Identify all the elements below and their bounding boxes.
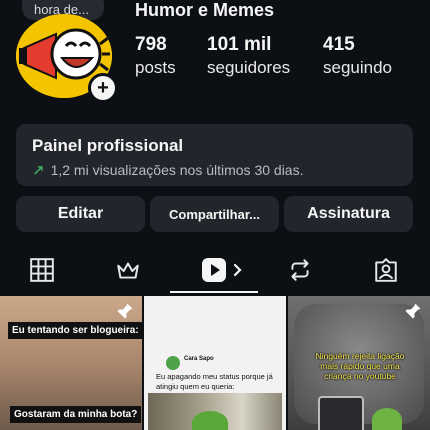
profile-name: Humor e Memes [135,0,275,20]
avatar[interactable]: + [16,14,118,103]
repost-icon [291,259,309,281]
tab-reels[interactable] [200,256,246,284]
kermit-figure [372,408,402,430]
professional-dashboard[interactable]: Painel profissional ↗ 1,2 mi visualizaçõ… [16,124,413,186]
profile-tabs [0,248,430,294]
plus-icon: + [97,77,109,99]
stat-value: 415 [323,34,355,55]
phone-image [318,396,364,430]
active-tab-indicator [170,291,258,293]
stat-following[interactable]: 415 seguindo [323,34,392,78]
post-caption: Eu tentando ser blogueira: [8,322,142,339]
add-story-button[interactable]: + [88,73,118,103]
stat-label: seguidores [207,58,291,77]
post-tile[interactable]: Eu tentando ser blogueira: Gostaram da m… [0,296,142,430]
pin-icon [404,302,422,320]
post-tile[interactable]: Ninguém rejeita ligação mais rápido que … [288,296,430,430]
tab-subscriptions[interactable] [114,256,142,284]
dashboard-insights: ↗ 1,2 mi visualizações nos últimos 30 di… [32,161,397,179]
stat-label: posts [135,58,176,77]
trending-up-icon: ↗ [32,162,45,179]
dashboard-title: Painel profissional [32,136,184,155]
stat-label: seguindo [323,58,393,77]
stat-value: 798 [135,34,167,55]
subscription-button[interactable]: Assinatura [284,196,413,232]
tweet-text: Eu apagando meu status porque já atingiu… [156,372,273,391]
edit-profile-button[interactable]: Editar [16,196,145,232]
tweet-author: Cara Sapo [184,356,214,362]
post-caption: Gostaram da minha bota? [10,406,142,423]
kermit-figure [192,411,228,430]
stat-posts[interactable]: 798 posts [135,34,176,78]
crown-icon [117,262,139,279]
tab-posts[interactable] [28,256,56,284]
tagged-icon [375,258,397,282]
pin-icon [116,302,134,320]
stat-value: 101 mil [207,34,272,55]
share-profile-button[interactable]: Compartilhar... [150,196,279,232]
post-tile[interactable]: Cara Sapo Eu apagando meu status porque … [144,296,286,430]
posts-grid: Eu tentando ser blogueira: Gostaram da m… [0,296,430,430]
tweet-avatar [166,356,180,370]
post-caption: Ninguém rejeita ligação mais rápido que … [315,351,405,381]
dashboard-subtitle: 1,2 mi visualizações nos últimos 30 dias… [50,162,304,178]
tab-tagged[interactable] [372,256,400,284]
tab-reposts[interactable] [286,256,314,284]
reels-icon [202,258,242,282]
grid-icon [30,258,54,282]
stat-followers[interactable]: 101 mil seguidores [207,34,290,78]
